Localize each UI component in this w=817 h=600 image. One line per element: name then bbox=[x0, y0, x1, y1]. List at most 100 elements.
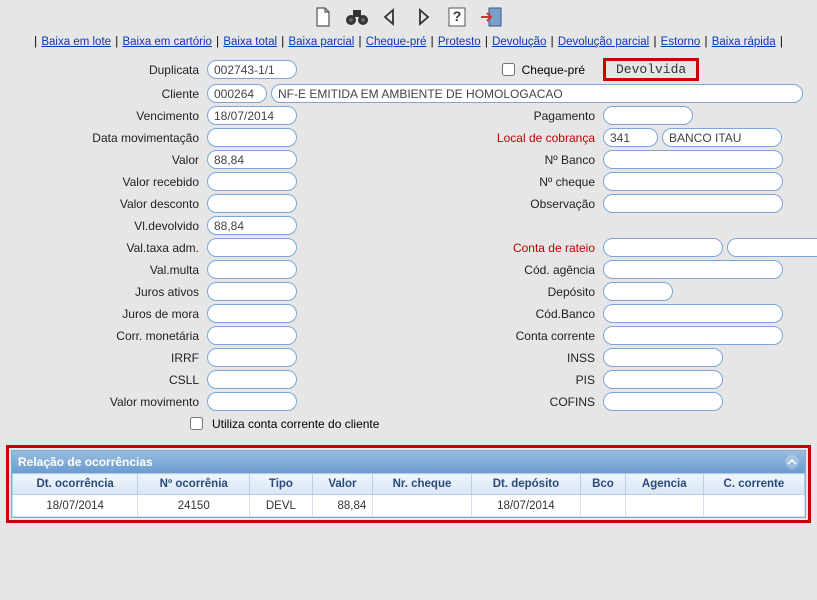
link-baixa-lote[interactable]: Baixa em lote bbox=[41, 36, 111, 48]
lbl-cofins: COFINS bbox=[415, 395, 595, 409]
col-nr-cheque[interactable]: Nr. cheque bbox=[373, 474, 471, 495]
deposito-input[interactable] bbox=[603, 282, 673, 301]
conta-corrente-input[interactable] bbox=[603, 326, 783, 345]
collapse-icon[interactable] bbox=[785, 455, 799, 469]
form-grid: Duplicata Cheque-pré Devolvida Cliente V… bbox=[14, 58, 803, 433]
juros-mora-input[interactable] bbox=[207, 304, 297, 323]
new-doc-icon[interactable] bbox=[312, 6, 338, 28]
cell-nr-cheque bbox=[373, 495, 471, 517]
cod-agencia-input[interactable] bbox=[603, 260, 783, 279]
lbl-vl-devolvido: Vl.devolvido bbox=[14, 219, 199, 233]
cell-n-ocorrenia: 24150 bbox=[138, 495, 250, 517]
col-n-ocorrenia[interactable]: Nº ocorrênia bbox=[138, 474, 250, 495]
link-estorno[interactable]: Estorno bbox=[661, 36, 701, 48]
link-baixa-rapida[interactable]: Baixa rápida bbox=[712, 36, 776, 48]
link-baixa-cartorio[interactable]: Baixa em cartório bbox=[122, 36, 211, 48]
occurrences-frame: Relação de ocorrências Dt. ocorrência Nº… bbox=[6, 445, 811, 523]
lbl-valor-desconto: Valor desconto bbox=[14, 197, 199, 211]
inss-input[interactable] bbox=[603, 348, 723, 367]
pagamento-input[interactable] bbox=[603, 106, 693, 125]
valor-input[interactable] bbox=[207, 150, 297, 169]
cell-c-corrente bbox=[703, 495, 804, 517]
lbl-inss: INSS bbox=[415, 351, 595, 365]
val-multa-input[interactable] bbox=[207, 260, 297, 279]
col-tipo[interactable]: Tipo bbox=[250, 474, 312, 495]
col-dt-ocorrencia[interactable]: Dt. ocorrência bbox=[13, 474, 138, 495]
lbl-valor: Valor bbox=[14, 153, 199, 167]
lbl-observacao: Observação bbox=[415, 197, 595, 211]
utiliza-cc-checkbox[interactable] bbox=[190, 417, 203, 430]
lbl-local-cob: Local de cobrança bbox=[415, 131, 595, 145]
arrow-left-icon[interactable] bbox=[379, 6, 405, 28]
n-banco-input[interactable] bbox=[603, 150, 783, 169]
col-agencia[interactable]: Agencia bbox=[625, 474, 703, 495]
csll-input[interactable] bbox=[207, 370, 297, 389]
lbl-duplicata: Duplicata bbox=[14, 63, 199, 77]
svg-text:?: ? bbox=[452, 8, 461, 24]
observacao-input[interactable] bbox=[603, 194, 783, 213]
link-baixa-total[interactable]: Baixa total bbox=[223, 36, 277, 48]
n-cheque-input[interactable] bbox=[603, 172, 783, 191]
lbl-n-cheque: Nº cheque bbox=[415, 175, 595, 189]
vencimento-input[interactable] bbox=[207, 106, 297, 125]
link-cheque-pre[interactable]: Cheque-pré bbox=[366, 36, 427, 48]
table-header-row: Dt. ocorrência Nº ocorrênia Tipo Valor N… bbox=[13, 474, 805, 495]
vl-devolvido-input[interactable] bbox=[207, 216, 297, 235]
local-cob-cod-input[interactable] bbox=[603, 128, 658, 147]
action-links: | Baixa em lote | Baixa em cartório | Ba… bbox=[0, 30, 817, 58]
help-icon[interactable]: ? bbox=[446, 6, 472, 28]
conta-rateio1-input[interactable] bbox=[603, 238, 723, 257]
lbl-vencimento: Vencimento bbox=[14, 109, 199, 123]
col-dt-deposito[interactable]: Dt. depósito bbox=[471, 474, 581, 495]
status-badge: Devolvida bbox=[603, 58, 699, 81]
cheque-pre-checkbox[interactable] bbox=[502, 63, 515, 76]
valor-mov-input[interactable] bbox=[207, 392, 297, 411]
lbl-val-taxa-adm: Val.taxa adm. bbox=[14, 241, 199, 255]
link-devolucao-parcial[interactable]: Devolução parcial bbox=[558, 36, 649, 48]
conta-rateio2-input[interactable] bbox=[727, 238, 817, 257]
lbl-utiliza-cc: Utiliza conta corrente do cliente bbox=[212, 417, 379, 431]
exit-door-icon[interactable] bbox=[479, 6, 505, 28]
col-valor[interactable]: Valor bbox=[312, 474, 373, 495]
lbl-n-banco: Nº Banco bbox=[415, 153, 595, 167]
lbl-cliente: Cliente bbox=[14, 87, 199, 101]
lbl-pis: PIS bbox=[415, 373, 595, 387]
pis-input[interactable] bbox=[603, 370, 723, 389]
local-cob-nome-input[interactable] bbox=[662, 128, 782, 147]
corr-monet-input[interactable] bbox=[207, 326, 297, 345]
lbl-cod-banco: Cód.Banco bbox=[415, 307, 595, 321]
cell-valor: 88,84 bbox=[312, 495, 373, 517]
irrf-input[interactable] bbox=[207, 348, 297, 367]
lbl-val-multa: Val.multa bbox=[14, 263, 199, 277]
arrow-right-icon[interactable] bbox=[412, 6, 438, 28]
col-c-corrente[interactable]: C. corrente bbox=[703, 474, 804, 495]
data-mov-input[interactable] bbox=[207, 128, 297, 147]
occurrences-panel: Relação de ocorrências Dt. ocorrência Nº… bbox=[11, 450, 806, 518]
binoculars-icon[interactable] bbox=[345, 6, 371, 28]
lbl-juros-ativos: Juros ativos bbox=[14, 285, 199, 299]
icon-toolbar: ? bbox=[0, 0, 817, 30]
link-baixa-parcial[interactable]: Baixa parcial bbox=[288, 36, 354, 48]
lbl-corr-monet: Corr. monetária bbox=[14, 329, 199, 343]
cell-dt-deposito: 18/07/2014 bbox=[471, 495, 581, 517]
cofins-input[interactable] bbox=[603, 392, 723, 411]
cell-tipo: DEVL bbox=[250, 495, 312, 517]
lbl-conta-rateio: Conta de rateio bbox=[415, 241, 595, 255]
lbl-valor-recebido: Valor recebido bbox=[14, 175, 199, 189]
cliente-cod-input[interactable] bbox=[207, 84, 267, 103]
duplicata-input[interactable] bbox=[207, 60, 297, 79]
lbl-data-mov: Data movimentação bbox=[14, 131, 199, 145]
juros-ativos-input[interactable] bbox=[207, 282, 297, 301]
panel-title: Relação de ocorrências bbox=[18, 455, 153, 469]
cliente-nome-input[interactable] bbox=[271, 84, 803, 103]
link-devolucao[interactable]: Devolução bbox=[492, 36, 546, 48]
lbl-juros-mora: Juros de mora bbox=[14, 307, 199, 321]
lbl-pagamento: Pagamento bbox=[415, 109, 595, 123]
valor-recebido-input[interactable] bbox=[207, 172, 297, 191]
col-bco[interactable]: Bco bbox=[581, 474, 626, 495]
table-row[interactable]: 18/07/2014 24150 DEVL 88,84 18/07/2014 bbox=[13, 495, 805, 517]
valor-desconto-input[interactable] bbox=[207, 194, 297, 213]
cod-banco-input[interactable] bbox=[603, 304, 783, 323]
link-protesto[interactable]: Protesto bbox=[438, 36, 481, 48]
val-taxa-adm-input[interactable] bbox=[207, 238, 297, 257]
